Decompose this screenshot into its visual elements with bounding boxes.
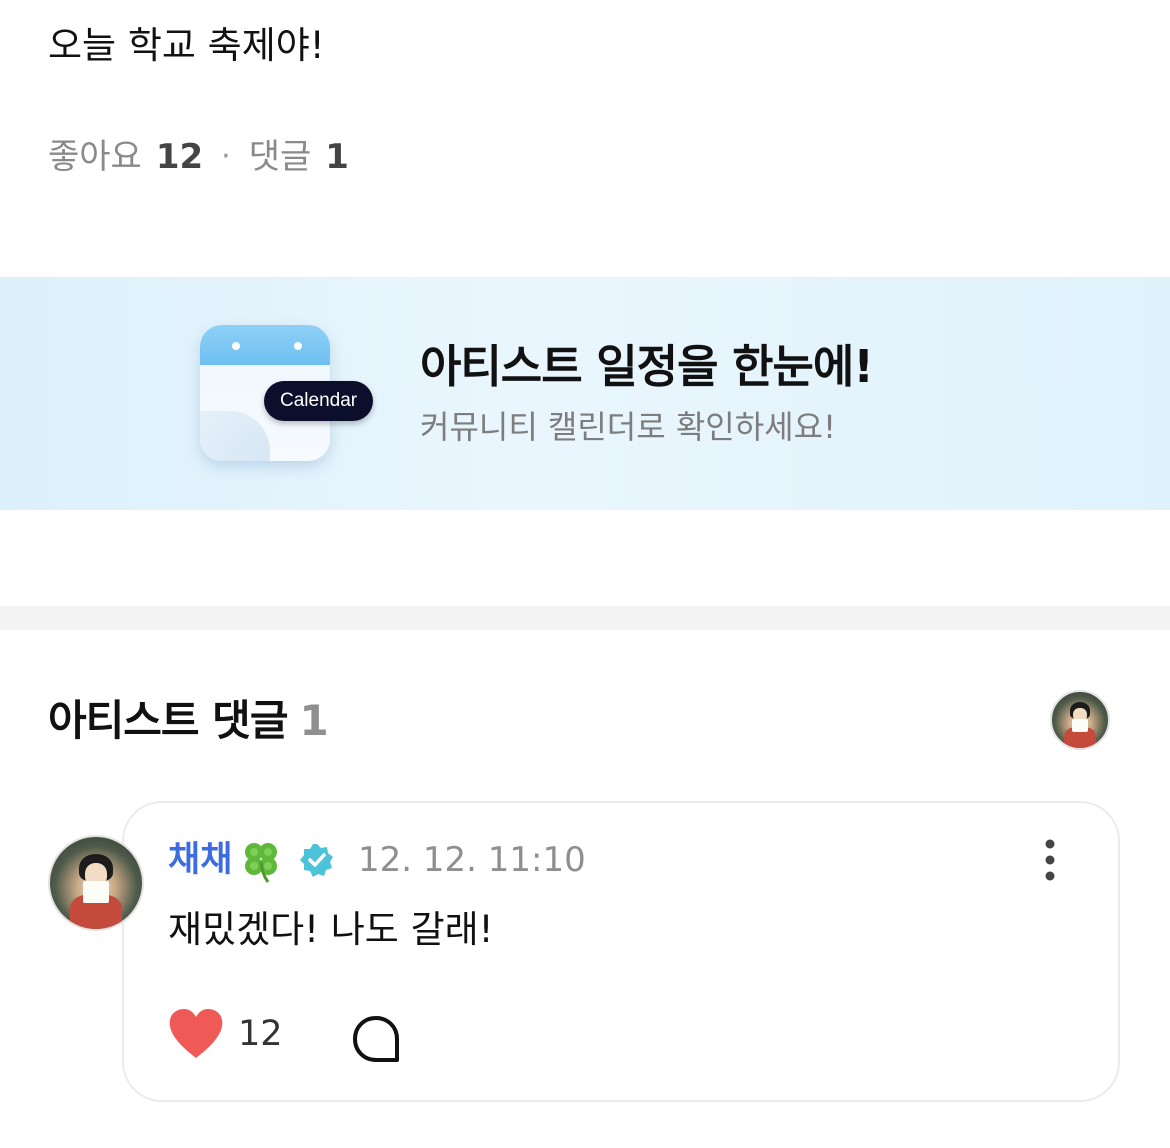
likes-stat[interactable]: 좋아요 12	[48, 134, 203, 180]
likes-label: 좋아요	[48, 137, 142, 177]
calendar-promo-banner[interactable]: Calendar 아티스트 일정을 한눈에! 커뮤니티 캘린더로 확인하세요!	[0, 277, 1170, 510]
avatar-sign	[83, 881, 109, 904]
comments-stat[interactable]: 댓글 1	[249, 134, 349, 180]
post-detail-page: 오늘 학교 축제야! 좋아요 12 · 댓글 1 Calendar 아티스트 일…	[0, 0, 1170, 1148]
artist-comments-label: 아티스트 댓글	[48, 696, 288, 745]
comments-label: 댓글	[248, 137, 312, 177]
avatar-sign	[1072, 718, 1088, 733]
calendar-page-curl	[200, 411, 270, 461]
calendar-icon-header	[200, 325, 330, 365]
post-stats: 좋아요 12 · 댓글 1	[48, 134, 349, 180]
comment-author-avatar[interactable]	[48, 835, 144, 931]
comment-like-button[interactable]: 12	[168, 1008, 283, 1060]
comment-like-count: 12	[238, 1014, 283, 1054]
comment-date: 12. 12. 11:10	[358, 840, 586, 880]
artist-avatar[interactable]	[1050, 690, 1110, 750]
calendar-icon-label: Calendar	[264, 381, 374, 421]
heart-icon	[169, 1009, 223, 1058]
reply-bubble-icon[interactable]	[350, 1014, 402, 1066]
comment-text: 재밌겠다! 나도 갈래!	[168, 908, 494, 951]
section-divider	[0, 606, 1170, 630]
four-leaf-clover-icon	[245, 843, 277, 883]
calendar-ring-right	[294, 342, 302, 350]
more-options-icon[interactable]	[1034, 838, 1066, 882]
likes-count: 12	[155, 137, 204, 177]
post-text: 오늘 학교 축제야!	[48, 24, 325, 67]
banner-subtitle: 커뮤니티 캘린더로 확인하세요!	[420, 408, 836, 446]
comments-count: 1	[325, 137, 349, 177]
banner-title: 아티스트 일정을 한눈에!	[420, 340, 874, 393]
calendar-icon: Calendar	[200, 325, 374, 461]
artist-comments-count: 1	[299, 696, 328, 745]
calendar-ring-left	[232, 342, 240, 350]
verified-badge-icon	[300, 844, 333, 877]
stat-separator: ·	[221, 139, 231, 174]
comment-author-name[interactable]: 채채	[168, 836, 232, 884]
artist-comments-title: 아티스트 댓글 1	[48, 693, 329, 749]
